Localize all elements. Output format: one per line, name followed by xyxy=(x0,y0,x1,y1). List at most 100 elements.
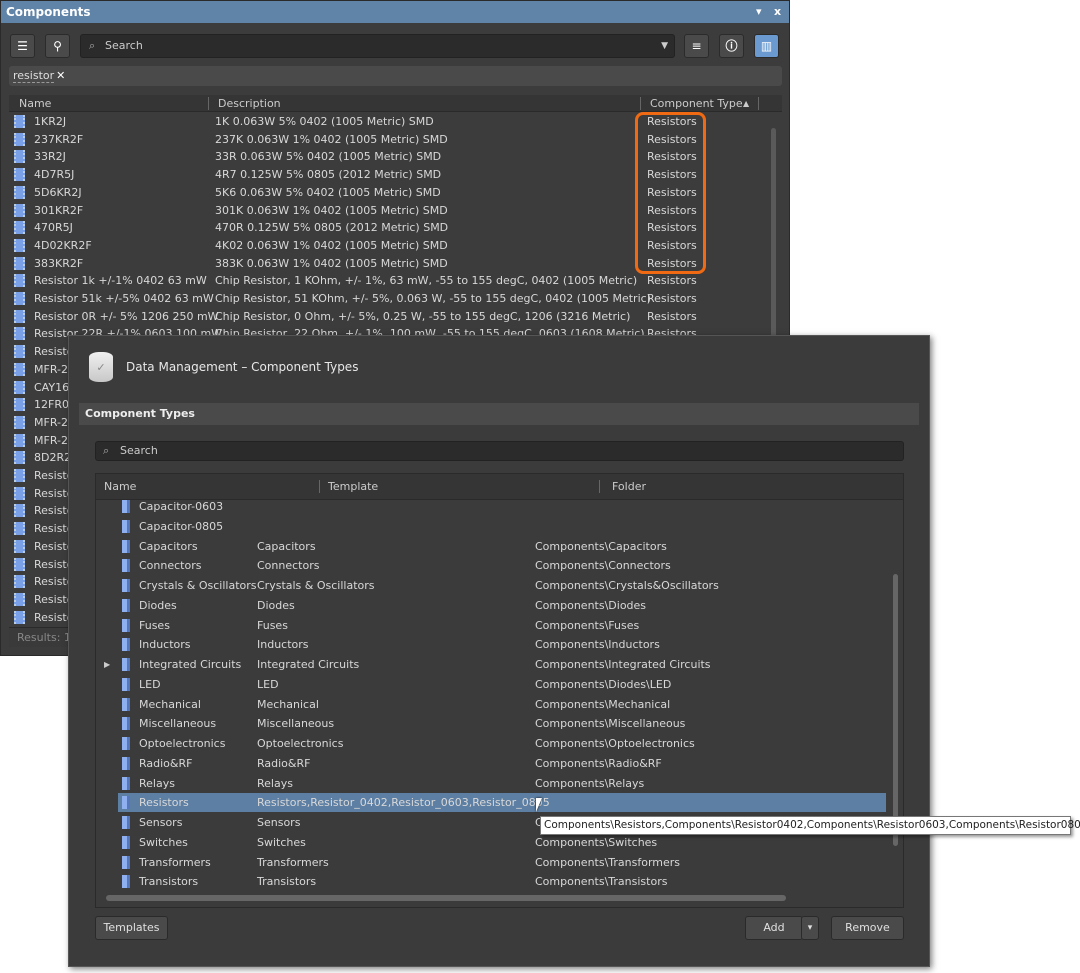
cell-name: Resistor 0R +/- 5% 1206 250 mW xyxy=(34,309,219,323)
cell-description: 383K 0.063W 1% 0402 (1005 Metric) SMD xyxy=(215,256,448,270)
list-item[interactable]: Miscellaneous Miscellaneous Components\M… xyxy=(118,714,886,733)
cell-template: Transistors xyxy=(257,875,317,889)
list-item[interactable]: Capacitor-0603 xyxy=(118,497,886,516)
cell-description: 4K02 0.063W 1% 0402 (1005 Metric) SMD xyxy=(215,238,448,252)
cell-template: Fuses xyxy=(257,618,288,632)
cell-folder: Components\Transformers xyxy=(535,855,681,869)
remove-filter-icon[interactable]: ✕ xyxy=(56,69,65,82)
close-icon[interactable]: x xyxy=(774,1,781,23)
cell-description: 33R 0.063W 5% 0402 (1005 Metric) SMD xyxy=(215,150,442,164)
cell-name: Mechanical xyxy=(139,697,201,711)
cell-template: Mechanical xyxy=(257,697,319,711)
cell-folder: Components\Connectors xyxy=(535,559,671,573)
panel-titlebar: Components ▾ x xyxy=(1,1,789,23)
filter-chip: resistor xyxy=(13,69,55,83)
component-type-icon xyxy=(122,697,130,711)
list-item[interactable]: ▶ Integrated Circuits Integrated Circuit… xyxy=(104,655,886,674)
list-item[interactable]: Optoelectronics Optoelectronics Componen… xyxy=(118,734,886,753)
column-description[interactable]: Description xyxy=(218,95,281,112)
list-item[interactable]: Transistors Transistors Components\Trans… xyxy=(118,872,886,891)
list-item[interactable]: Relays Relays Components\Relays xyxy=(118,774,886,793)
list-item[interactable]: Radio&RF Radio&RF Components\Radio&RF xyxy=(118,754,886,773)
cell-description: 470R 0.125W 5% 0805 (2012 Metric) SMD xyxy=(215,221,449,235)
cell-name: Transistors xyxy=(139,875,199,889)
cell-name: 237KR2F xyxy=(34,132,84,146)
cell-name: Fuses xyxy=(139,618,170,632)
list-item[interactable]: Crystals & Oscillators Crystals & Oscill… xyxy=(118,576,886,595)
component-icon xyxy=(14,345,25,359)
component-icon xyxy=(14,292,25,305)
panel-menu-icon[interactable]: ▾ xyxy=(756,1,762,23)
table-row[interactable]: Resistor 0R +/- 5% 1206 250 mW Chip Resi… xyxy=(9,308,769,326)
list-item[interactable]: Switches Switches Components\Switches xyxy=(118,833,886,852)
cell-template: Sensors xyxy=(257,816,301,829)
component-type-icon xyxy=(122,638,130,652)
list-item[interactable]: Capacitors Capacitors Components\Capacit… xyxy=(118,537,886,556)
component-icon xyxy=(14,150,25,164)
list-item[interactable]: LED LED Components\Diodes\LED xyxy=(118,675,886,694)
column-name[interactable]: Name xyxy=(19,95,51,112)
chevron-down-icon[interactable]: ▼ xyxy=(661,35,668,57)
cell-name: Transformers xyxy=(139,855,211,869)
templates-button[interactable]: Templates xyxy=(95,916,168,940)
horizontal-scrollbar[interactable] xyxy=(106,895,786,901)
list-item[interactable]: Capacitor-0805 xyxy=(118,517,886,536)
component-type-icon xyxy=(122,737,130,750)
column-component-type[interactable]: Component Type xyxy=(650,95,743,112)
component-icon xyxy=(14,203,25,217)
expand-icon[interactable]: ▶ xyxy=(104,655,110,674)
list-item[interactable]: Diodes Diodes Components\Diodes xyxy=(118,596,886,615)
cell-name: Connectors xyxy=(139,559,202,573)
table-row[interactable]: Resistor 51k +/-5% 0402 63 mW Chip Resis… xyxy=(9,290,769,308)
list-item[interactable]: Connectors Connectors Components\Connect… xyxy=(118,556,886,575)
list-item[interactable]: Fuses Fuses Components\Fuses xyxy=(118,616,886,635)
filter-chips: resistor ✕ xyxy=(9,66,782,86)
component-icon xyxy=(14,539,25,553)
cell-folder: Components\Diodes xyxy=(535,598,647,612)
cell-template: Optoelectronics xyxy=(257,737,344,750)
component-icon xyxy=(14,168,25,182)
cell-folder: Components\Mechanical xyxy=(535,697,671,711)
folder-tooltip: Components\Resistors,Components\Resistor… xyxy=(540,816,1080,835)
component-type-icon xyxy=(122,776,130,790)
component-icon xyxy=(14,433,25,447)
list-item[interactable]: Transformers Transformers Components\Tra… xyxy=(118,853,886,872)
component-icon xyxy=(14,132,25,146)
component-type-icon xyxy=(122,875,130,889)
cell-name: Sensors xyxy=(139,816,183,829)
remove-button[interactable]: Remove xyxy=(831,916,904,940)
sort-asc-icon: ▲ xyxy=(743,99,750,108)
vertical-scrollbar[interactable] xyxy=(893,574,898,846)
cell-name: Switches xyxy=(139,835,188,849)
cell-name: Optoelectronics xyxy=(139,737,226,750)
filter-button[interactable]: ⚲ xyxy=(45,34,70,58)
component-type-icon xyxy=(122,559,130,573)
cell-template: Switches xyxy=(257,835,306,849)
search-input[interactable]: ⌕ Search xyxy=(95,441,904,461)
cell-folder: Components\Relays xyxy=(535,776,645,790)
cell-template: Transformers xyxy=(257,855,329,869)
list-item[interactable]: Resistors Resistors,Resistor_0402,Resist… xyxy=(118,793,886,813)
menu-button[interactable]: ≡ xyxy=(684,34,709,58)
add-button[interactable]: Add xyxy=(745,916,803,940)
add-dropdown-button[interactable]: ▾ xyxy=(801,916,819,940)
table-row[interactable]: Resistor 1k +/-1% 0402 63 mW Chip Resist… xyxy=(9,272,769,290)
cell-folder: Components\Capacitors xyxy=(535,539,667,553)
component-icon xyxy=(14,592,25,606)
list-item[interactable]: Inductors Inductors Components\Inductors xyxy=(118,635,886,654)
cell-component-type: Resistors xyxy=(647,309,697,323)
component-type-icon xyxy=(122,658,130,671)
cell-template: Integrated Circuits xyxy=(257,658,360,671)
component-icon xyxy=(14,274,25,288)
info-button[interactable]: ⓘ xyxy=(719,34,744,58)
list-item[interactable]: Mechanical Mechanical Components\Mechani… xyxy=(118,695,886,714)
component-icon xyxy=(14,504,25,518)
details-pane-button[interactable]: ▥ xyxy=(754,34,779,58)
search-input[interactable]: ⌕ Search ▼ xyxy=(80,34,675,58)
cell-folder: Components\Diodes\LED xyxy=(535,677,672,691)
component-icon xyxy=(14,221,25,235)
search-placeholder: Search xyxy=(105,39,143,52)
list-view-button[interactable]: ☰ xyxy=(10,34,35,58)
component-type-icon xyxy=(122,519,130,533)
component-icon xyxy=(14,327,25,341)
